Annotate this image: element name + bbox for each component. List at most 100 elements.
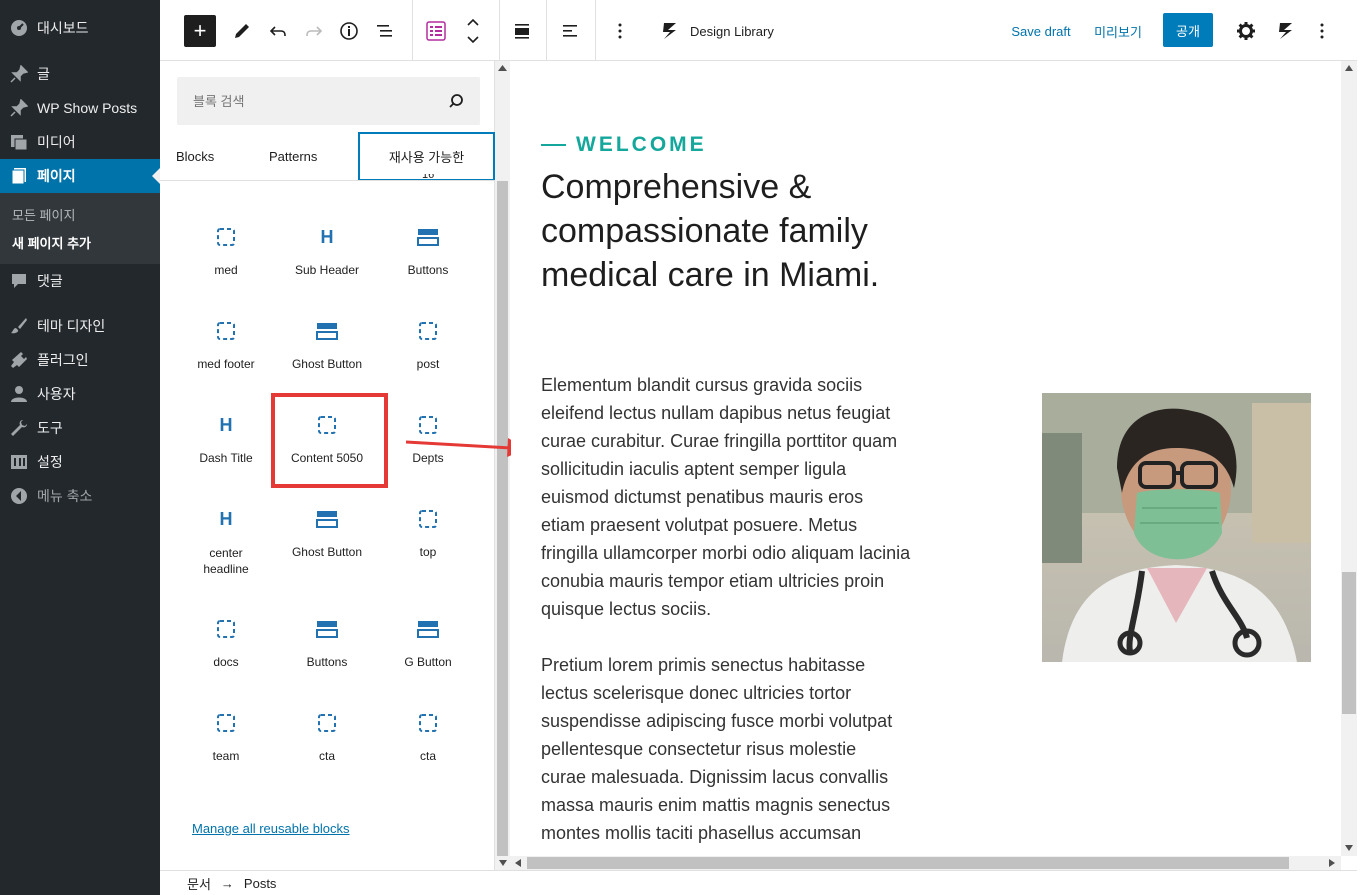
reusable-block-icon	[176, 711, 276, 735]
reusable-block-item[interactable]: H Sub Header	[277, 225, 377, 278]
reusable-block-item[interactable]: cta	[378, 711, 478, 763]
tab-patterns[interactable]: Patterns	[269, 132, 317, 181]
reusable-block-icon	[378, 711, 478, 735]
menu-item-pages[interactable]: 페이지	[0, 159, 160, 193]
menu-item-settings[interactable]: 설정	[0, 445, 160, 479]
doctor-illustration	[1042, 393, 1311, 662]
move-block-button[interactable]	[462, 14, 484, 48]
menu-item-wp-show-posts[interactable]: WP Show Posts	[0, 91, 160, 125]
manage-reusable-blocks-link[interactable]: Manage all reusable blocks	[192, 821, 350, 836]
comment-icon	[9, 271, 29, 291]
menu-label: 사용자	[37, 386, 76, 402]
details-button[interactable]	[337, 14, 361, 48]
menu-collapse[interactable]: 메뉴 축소	[0, 479, 160, 513]
editor-canvas[interactable]: WELCOME Comprehensive & compassionate fa…	[511, 61, 1341, 856]
menu-label: 테마 디자인	[37, 318, 106, 334]
design-library-label: Design Library	[690, 23, 774, 39]
tools-button[interactable]	[230, 14, 254, 48]
text-align-button[interactable]	[558, 14, 582, 48]
save-draft-button[interactable]: Save draft	[1010, 14, 1072, 48]
page-headline[interactable]: Comprehensive & compassionate family med…	[541, 165, 901, 297]
tab-blocks[interactable]: Blocks	[176, 132, 214, 181]
heading-icon: H	[320, 226, 334, 247]
wrench-icon	[9, 418, 29, 438]
collapse-icon	[9, 486, 29, 506]
reusable-block-label: top	[419, 545, 437, 559]
submenu-all-pages[interactable]: 모든 페이지	[12, 205, 75, 224]
menu-item-comments[interactable]: 댓글	[0, 264, 160, 298]
list-view-button[interactable]	[373, 14, 397, 48]
reusable-block-item[interactable]: G Button	[378, 617, 478, 669]
menu-item-appearance[interactable]: 테마 디자인	[0, 309, 160, 343]
reusable-block-item[interactable]: Hcenter headline	[176, 507, 276, 577]
doctor-photo[interactable]	[1042, 393, 1311, 662]
pin-icon	[9, 98, 29, 118]
scrollbar-thumb[interactable]	[497, 181, 508, 870]
menu-item-posts[interactable]: 글	[0, 57, 160, 91]
block-search-input[interactable]	[193, 93, 433, 109]
reusable-block-label: post	[416, 357, 440, 371]
redo-icon	[306, 26, 323, 36]
menu-label: 글	[37, 66, 50, 82]
welcome-eyebrow[interactable]: WELCOME	[541, 133, 707, 157]
brush-icon	[9, 316, 29, 336]
tab-reusable-label: 재사용 가능한	[388, 150, 465, 165]
menu-item-media[interactable]: 미디어	[0, 125, 160, 159]
menu-label: 플러그인	[37, 352, 89, 368]
buttons-icon	[277, 507, 377, 531]
scroll-up-arrow-icon	[1345, 65, 1353, 71]
stackable-settings-button[interactable]	[1274, 14, 1298, 48]
preview-button[interactable]: 미리보기	[1090, 14, 1146, 48]
block-search[interactable]	[177, 77, 480, 125]
reusable-block-item[interactable]: top	[378, 507, 478, 559]
menu-item-plugins[interactable]: 플러그인	[0, 343, 160, 377]
reusable-block-item[interactable]: H Dash Title	[176, 413, 276, 466]
publish-button[interactable]: 공개	[1163, 13, 1213, 47]
heading-icon: H	[219, 508, 233, 529]
menu-item-tools[interactable]: 도구	[0, 411, 160, 445]
submenu-add-new-page[interactable]: 새 페이지 추가	[12, 233, 91, 252]
reusable-block-item[interactable]: med	[176, 225, 276, 277]
partial-block-label: 16	[422, 174, 435, 181]
block-type-button[interactable]	[423, 14, 449, 48]
menu-item-dashboard[interactable]: 대시보드	[0, 11, 160, 45]
menu-item-users[interactable]: 사용자	[0, 377, 160, 411]
reusable-block-item[interactable]: docs	[176, 617, 276, 669]
search-icon	[449, 94, 463, 108]
reusable-block-item[interactable]: team	[176, 711, 276, 763]
page-icon	[9, 166, 29, 186]
reusable-block-item[interactable]: cta	[277, 711, 377, 763]
reusable-block-item[interactable]: Buttons	[277, 617, 377, 669]
redo-button[interactable]	[302, 14, 326, 48]
reusable-block-label: med footer	[197, 357, 255, 371]
reusable-block-item[interactable]: med footer	[176, 319, 276, 371]
reusable-block-item[interactable]: Ghost Button	[277, 319, 377, 371]
more-vertical-icon	[1320, 23, 1324, 39]
breadcrumb-posts[interactable]: Posts	[244, 876, 277, 891]
design-library-button[interactable]: Design Library	[660, 14, 780, 48]
more-vertical-icon	[618, 23, 622, 39]
more-options-button[interactable]	[1312, 14, 1332, 48]
inserter-scrollbar[interactable]	[495, 61, 510, 870]
reusable-block-item[interactable]: Buttons	[378, 225, 478, 277]
stackable-logo-icon	[1279, 23, 1292, 39]
block-options-button[interactable]	[608, 14, 632, 48]
breadcrumb-document[interactable]: 문서	[187, 874, 211, 893]
add-block-button[interactable]: +	[184, 15, 216, 47]
horizontal-scrollbar-thumb[interactable]	[527, 857, 1289, 869]
reusable-block-icon	[176, 225, 276, 249]
block-align-button[interactable]	[510, 14, 534, 48]
list-view-icon	[377, 25, 392, 37]
reusable-block-label: Buttons	[407, 263, 449, 277]
reusable-block-item[interactable]: post	[378, 319, 478, 371]
canvas-vertical-scrollbar[interactable]	[1341, 61, 1357, 856]
vertical-scrollbar-thumb[interactable]	[1342, 572, 1356, 714]
plugin-icon	[9, 350, 29, 370]
pin-icon	[9, 64, 29, 84]
reusable-block-item[interactable]: Ghost Button	[277, 507, 377, 559]
body-paragraph[interactable]: Pretium lorem primis senectus habitasse …	[541, 651, 906, 847]
menu-label: WP Show Posts	[37, 100, 138, 116]
undo-button[interactable]	[266, 14, 290, 48]
settings-button[interactable]	[1234, 14, 1258, 48]
body-paragraph[interactable]: Elementum blandit cursus gravida sociis …	[541, 371, 911, 623]
